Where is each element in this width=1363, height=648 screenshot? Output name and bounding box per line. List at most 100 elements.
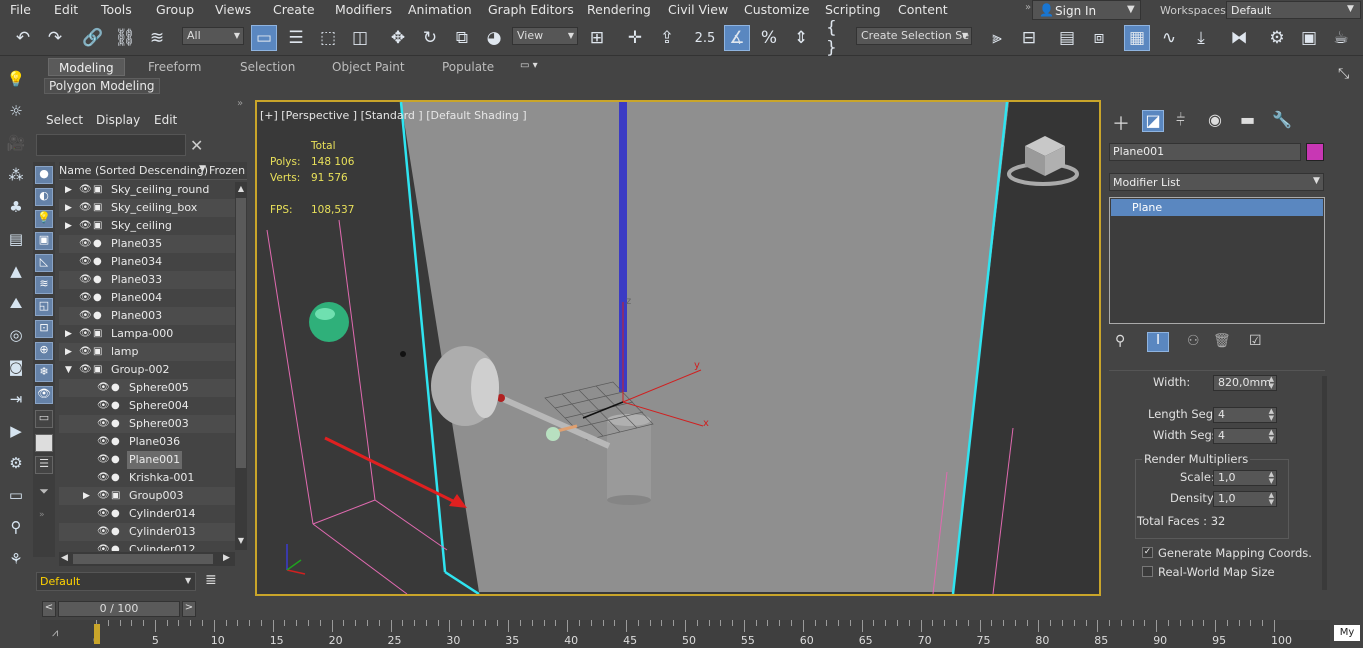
scale-spinner[interactable]: 1,0 ▲ ▼	[1213, 470, 1277, 486]
dope-sheet-icon[interactable]: ⤓	[1188, 25, 1214, 51]
link-icon[interactable]: 🔗	[80, 25, 106, 51]
pine-icon[interactable]: ▲	[5, 260, 27, 282]
selection-filter-dropdown[interactable]: All ▼	[182, 27, 244, 45]
create-tab-icon[interactable]: ＋	[1112, 110, 1130, 136]
visibility-eye-icon[interactable]: 👁	[97, 379, 110, 397]
column-name-header[interactable]: Name (Sorted Descending)	[59, 164, 208, 177]
render-setup-icon[interactable]: ⚙	[1264, 25, 1290, 51]
real-world-map-checkbox[interactable]	[1142, 566, 1153, 577]
tab-selection[interactable]: Selection	[230, 58, 305, 76]
rect-selection-icon[interactable]: ⬚	[315, 25, 341, 51]
time-marker[interactable]	[94, 624, 100, 644]
keyboard-shortcut-icon[interactable]: ⇪	[654, 25, 680, 51]
evergreen-icon[interactable]: ⛰	[5, 292, 27, 314]
menu-content[interactable]: Content	[898, 2, 948, 17]
scroll-left-icon[interactable]: ◀	[61, 553, 68, 563]
utilities-tab-icon[interactable]: 🔧	[1272, 110, 1292, 129]
visibility-eye-icon[interactable]: 👁	[79, 289, 92, 307]
tab-populate[interactable]: Populate	[432, 58, 504, 76]
spinner-arrows-icon[interactable]: ▲ ▼	[1269, 408, 1274, 422]
mirror-icon[interactable]: ⫸	[984, 25, 1010, 51]
menu-tools[interactable]: Tools	[101, 2, 132, 17]
cylinder-icon[interactable]: ◎	[5, 324, 27, 346]
ribbon-minimize-icon[interactable]: ⤡	[1338, 66, 1349, 82]
object-color-swatch[interactable]	[1306, 143, 1324, 161]
angle-snap-icon[interactable]: ∡	[724, 25, 750, 51]
spinner-arrows-icon[interactable]: ▲ ▼	[1269, 492, 1274, 506]
generate-mapping-checkbox[interactable]: ✓	[1142, 547, 1153, 558]
layers-icon[interactable]: ≣	[205, 572, 217, 588]
next-frame-icon[interactable]: >	[182, 601, 196, 617]
layer-explorer-icon[interactable]: ⧈	[1086, 25, 1112, 51]
pivot-center-icon[interactable]: ⊞	[584, 25, 610, 51]
redo-icon[interactable]: ↷	[42, 25, 68, 51]
visibility-eye-icon[interactable]: 👁	[97, 451, 110, 469]
select-object-icon[interactable]: ▭	[251, 25, 277, 51]
tree-row[interactable]: ▶ 👁 ▣ Group003	[59, 487, 247, 505]
explorer-search-input[interactable]	[36, 134, 186, 156]
tree-row[interactable]: 👁 ● Plane004	[59, 289, 247, 307]
tree-icon[interactable]: ♣	[5, 196, 27, 218]
density-spinner[interactable]: 1,0 ▲ ▼	[1213, 491, 1277, 507]
menu-animation[interactable]: Animation	[408, 2, 472, 17]
tree-row[interactable]: 👁 ● Sphere005	[59, 379, 247, 397]
menu-scripting[interactable]: Scripting	[825, 2, 881, 17]
ribbon-options-icon[interactable]: ▭ ▾	[520, 60, 538, 71]
menu-modifiers[interactable]: Modifiers	[335, 2, 392, 17]
snaps-toggle-icon[interactable]: 2.5	[692, 25, 718, 51]
explorer-vscrollbar[interactable]: ▲ ▼	[235, 182, 247, 550]
expand-icon[interactable]: ▶	[65, 343, 72, 361]
visibility-eye-icon[interactable]: 👁	[97, 397, 110, 415]
object-name-field[interactable]: Plane001	[1109, 143, 1301, 161]
visibility-eye-icon[interactable]: 👁	[79, 325, 92, 343]
visibility-eye-icon[interactable]: 👁	[79, 271, 92, 289]
modifier-list-dropdown[interactable]: Modifier List ▼	[1109, 173, 1324, 191]
visibility-eye-icon[interactable]: 👁	[79, 307, 92, 325]
spinner-arrows-icon[interactable]: ▲ ▼	[1269, 429, 1274, 443]
camera-icon[interactable]: 🎥	[5, 132, 27, 154]
sun-icon[interactable]: ☼	[5, 100, 27, 122]
sign-in-dropdown[interactable]: 👤 Sign In ▼	[1032, 0, 1141, 20]
expand-icon[interactable]: ▶	[65, 217, 72, 235]
expand-icon[interactable]: ▶	[65, 199, 72, 217]
undo-icon[interactable]: ↶	[10, 25, 36, 51]
tree-row[interactable]: 👁 ● Cylinder012	[59, 541, 247, 551]
curve-editor-icon[interactable]: ∿	[1156, 25, 1182, 51]
collapse-icon[interactable]: ▼	[65, 361, 72, 379]
width-segs-spinner[interactable]: 4 ▲ ▼	[1213, 428, 1277, 444]
visibility-eye-icon[interactable]: 👁	[97, 415, 110, 433]
show-end-result-icon[interactable]: Ⅰ	[1147, 332, 1169, 352]
ribbon-toggle-icon[interactable]: ▦	[1124, 25, 1150, 51]
explorer-vscroll-thumb[interactable]	[236, 198, 246, 468]
viewport-label[interactable]: [+] [Perspective ] [Standard ] [Default …	[260, 109, 527, 122]
menu-customize[interactable]: Customize	[744, 2, 810, 17]
tree-row[interactable]: ▶ 👁 ▣ Lampa-000	[59, 325, 247, 343]
screen-icon[interactable]: ▭	[5, 484, 27, 506]
tree-row[interactable]: ▶ 👁 ▣ lamp	[59, 343, 247, 361]
menu-overflow-icon[interactable]: »	[1025, 2, 1031, 13]
spinner-snap-icon[interactable]: ⇕	[788, 25, 814, 51]
move-icon[interactable]: ✥	[385, 25, 411, 51]
expand-icon[interactable]: ▶	[65, 325, 72, 343]
tree-row[interactable]: ▼ 👁 ▣ Group-002	[59, 361, 247, 379]
menu-file[interactable]: File	[10, 2, 31, 17]
visibility-eye-icon[interactable]: 👁	[97, 433, 110, 451]
scene-explorer-toggle-icon[interactable]: ▤	[1054, 25, 1080, 51]
render-production-icon[interactable]: ☕	[1328, 25, 1354, 51]
visibility-eye-icon[interactable]: 👁	[79, 361, 92, 379]
display-icon[interactable]: ▶	[5, 420, 27, 442]
width-spinner[interactable]: 820,0mm ▲ ▼	[1213, 375, 1277, 391]
scatter-icon[interactable]: ⁂	[5, 164, 27, 186]
menu-rendering[interactable]: Rendering	[587, 2, 651, 17]
expand-icon[interactable]: ▶	[65, 181, 72, 199]
menu-civil-view[interactable]: Civil View	[668, 2, 728, 17]
tree-row[interactable]: ▶ 👁 ▣ Sky_ceiling_round	[59, 181, 247, 199]
tree-row[interactable]: 👁 ● Plane033	[59, 271, 247, 289]
visibility-eye-icon[interactable]: 👁	[79, 199, 92, 217]
select-manipulate-icon[interactable]: ✛	[622, 25, 648, 51]
tree-row[interactable]: 👁 ● Sphere003	[59, 415, 247, 433]
modify-tab-icon[interactable]: ◪	[1142, 110, 1164, 132]
stack-item-plane[interactable]: Plane	[1111, 199, 1323, 216]
explorer-menu-display[interactable]: Display	[96, 113, 140, 127]
visibility-eye-icon[interactable]: 👁	[97, 505, 110, 523]
